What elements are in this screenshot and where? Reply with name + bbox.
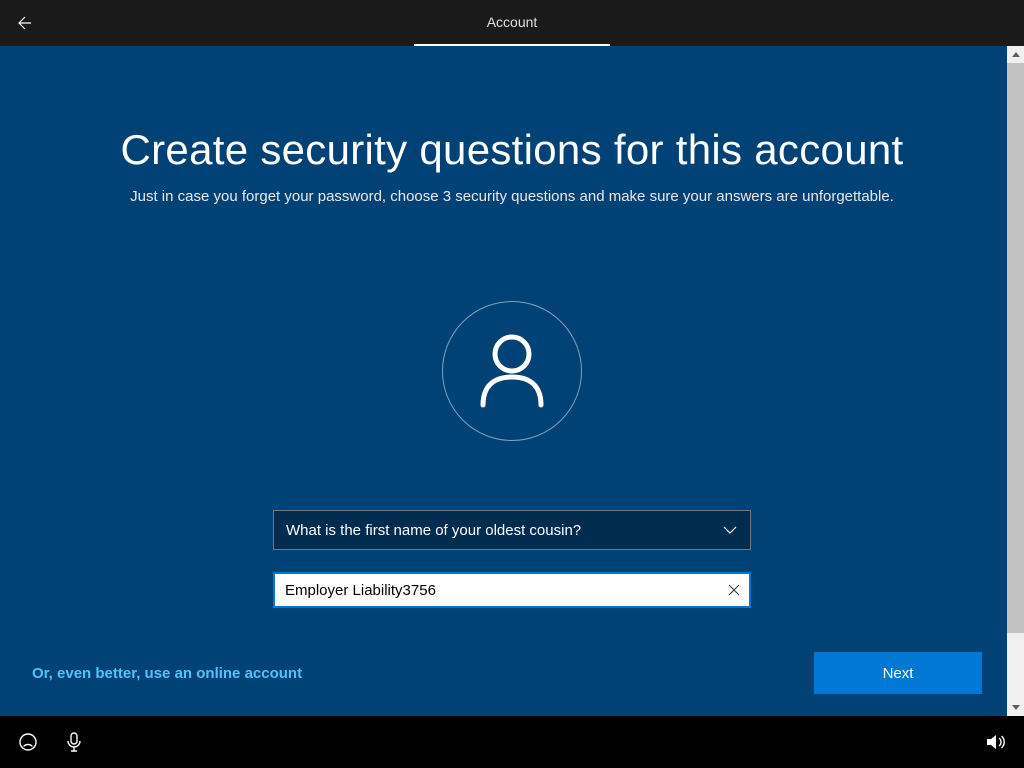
scroll-up-arrow-icon[interactable] <box>1007 46 1024 63</box>
back-arrow-icon <box>13 13 33 33</box>
content-wrapper: Create security questions for this accou… <box>0 46 1024 608</box>
input-method-button[interactable] <box>66 732 82 752</box>
user-icon <box>477 333 547 409</box>
volume-icon <box>986 733 1006 751</box>
next-button[interactable]: Next <box>814 652 982 694</box>
use-online-account-link[interactable]: Or, even better, use an online account <box>32 665 302 682</box>
tab-account[interactable]: Account <box>487 14 538 30</box>
taskbar <box>0 716 1024 768</box>
volume-button[interactable] <box>986 733 1006 751</box>
ease-of-access-icon <box>18 732 38 752</box>
avatar <box>442 301 582 441</box>
scrollbar[interactable] <box>1007 46 1024 716</box>
scroll-thumb[interactable] <box>1007 63 1024 633</box>
page-title: Create security questions for this accou… <box>0 126 1024 174</box>
ease-of-access-button[interactable] <box>18 732 38 752</box>
security-answer-input[interactable] <box>273 572 751 608</box>
security-question-select[interactable]: What is the first name of your oldest co… <box>273 510 751 550</box>
chevron-down-icon <box>722 522 738 538</box>
page-subtitle: Just in case you forget your password, c… <box>0 188 1024 205</box>
taskbar-left <box>18 732 82 752</box>
clear-input-button[interactable] <box>727 583 741 597</box>
titlebar: Account <box>0 0 1024 46</box>
back-button[interactable] <box>0 0 46 46</box>
security-question-form: What is the first name of your oldest co… <box>273 510 751 608</box>
scroll-down-arrow-icon[interactable] <box>1007 699 1024 716</box>
close-icon <box>727 583 741 597</box>
footer-row: Or, even better, use an online account N… <box>32 652 982 694</box>
select-value: What is the first name of your oldest co… <box>286 522 581 539</box>
microphone-icon <box>66 732 82 752</box>
answer-input-wrapper <box>273 572 751 608</box>
main-content: Create security questions for this accou… <box>0 46 1024 716</box>
